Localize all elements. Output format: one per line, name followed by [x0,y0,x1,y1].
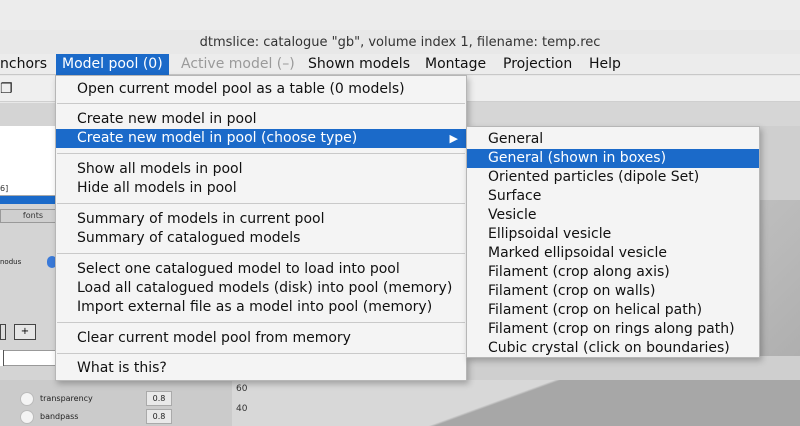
menu-item-what-is-this[interactable]: What is this? [56,359,466,378]
submenu-item-surface[interactable]: Surface [467,187,759,206]
submenu-item-ellipsoidal-vesicle[interactable]: Ellipsoidal vesicle [467,225,759,244]
left-input-caret [0,350,4,366]
submenu-item-marked-ellipsoidal-vesicle[interactable]: Marked ellipsoidal vesicle [467,244,759,263]
bandpass-knob[interactable] [20,410,34,424]
menu-item-import-external-file[interactable]: Import external file as a model into poo… [56,298,466,317]
menu-separator [57,203,465,204]
right-top-panel [466,102,800,126]
menu-item-summary-current-pool[interactable]: Summary of models in current pool [56,210,466,229]
window-titlebar [0,0,800,30]
modus-label: nodus [0,258,22,266]
y-tick-60: 60 [236,384,248,394]
menu-item-open-pool-table[interactable]: Open current model pool as a table (0 mo… [56,80,466,99]
menu-item-summary-catalogued[interactable]: Summary of catalogued models [56,229,466,248]
menu-anchors[interactable]: nchors [0,54,53,75]
submenu-item-oriented-particles[interactable]: Oriented particles (dipole Set) [467,168,759,187]
menu-separator [57,153,465,154]
choose-type-submenu: General General (shown in boxes) Oriente… [466,126,760,358]
submenu-item-filament-rings[interactable]: Filament (crop on rings along path) [467,320,759,339]
submenu-item-vesicle[interactable]: Vesicle [467,206,759,225]
left-selection-bar [0,196,56,204]
left-preview-box: 6] [0,126,56,196]
control-row-transparency: transparency 0.8 [0,390,232,408]
model-pool-menu: Open current model pool as a table (0 mo… [55,75,467,381]
tab-fonts[interactable]: fonts [0,209,56,223]
menu-montage[interactable]: Montage [419,54,492,75]
menu-item-select-catalogued-model[interactable]: Select one catalogued model to load into… [56,260,466,279]
menu-item-clear-pool[interactable]: Clear current model pool from memory [56,329,466,348]
menu-item-hide-all-models[interactable]: Hide all models in pool [56,179,466,198]
menu-separator [57,353,465,354]
window-title: dtmslice: catalogue "gb", volume index 1… [199,35,601,50]
plot-diagonal-shade [250,380,800,426]
submenu-item-general-boxes[interactable]: General (shown in boxes) [467,149,759,168]
plus-button[interactable]: + [14,324,36,340]
small-button[interactable] [0,324,6,340]
transparency-label: transparency [40,394,93,403]
transparency-value[interactable]: 0.8 [146,391,172,406]
menu-active-model[interactable]: Active model (–) [175,54,301,75]
copy-windows-icon[interactable]: ❐ [0,81,13,97]
menu-shown-models[interactable]: Shown models [302,54,416,75]
menu-item-label: Create new model in pool (choose type) [77,130,358,146]
menu-separator [57,322,465,323]
submenu-item-general[interactable]: General [467,130,759,149]
left-input-field[interactable] [0,350,56,366]
y-tick-40: 40 [236,404,248,414]
submenu-item-filament-helical[interactable]: Filament (crop on helical path) [467,301,759,320]
menu-item-load-all-catalogued[interactable]: Load all catalogued models (disk) into p… [56,279,466,298]
menu-separator [57,253,465,254]
menu-help[interactable]: Help [583,54,627,75]
transparency-knob[interactable] [20,392,34,406]
bandpass-value[interactable]: 0.8 [146,409,172,424]
submenu-item-filament-walls[interactable]: Filament (crop on walls) [467,282,759,301]
control-row-bandpass: bandpass 0.8 [0,408,232,426]
menu-projection[interactable]: Projection [497,54,578,75]
submenu-item-filament-axis[interactable]: Filament (crop along axis) [467,263,759,282]
bandpass-label: bandpass [40,412,79,421]
menu-item-create-new-model[interactable]: Create new model in pool [56,110,466,129]
submenu-arrow-icon: ▶ [449,132,458,145]
submenu-item-cubic-crystal[interactable]: Cubic crystal (click on boundaries) [467,339,759,358]
menu-model-pool[interactable]: Model pool (0) [56,54,169,75]
menu-item-show-all-models[interactable]: Show all models in pool [56,160,466,179]
menubar: nchors Model pool (0) Active model (–) S… [0,54,800,75]
menu-separator [57,103,465,104]
menu-item-create-new-model-choose-type[interactable]: Create new model in pool (choose type) ▶ [56,129,466,148]
right-lower-panel [466,356,800,380]
left-fragment-number: 6] [0,184,9,193]
render-controls: transparency 0.8 bandpass 0.8 [0,380,232,426]
